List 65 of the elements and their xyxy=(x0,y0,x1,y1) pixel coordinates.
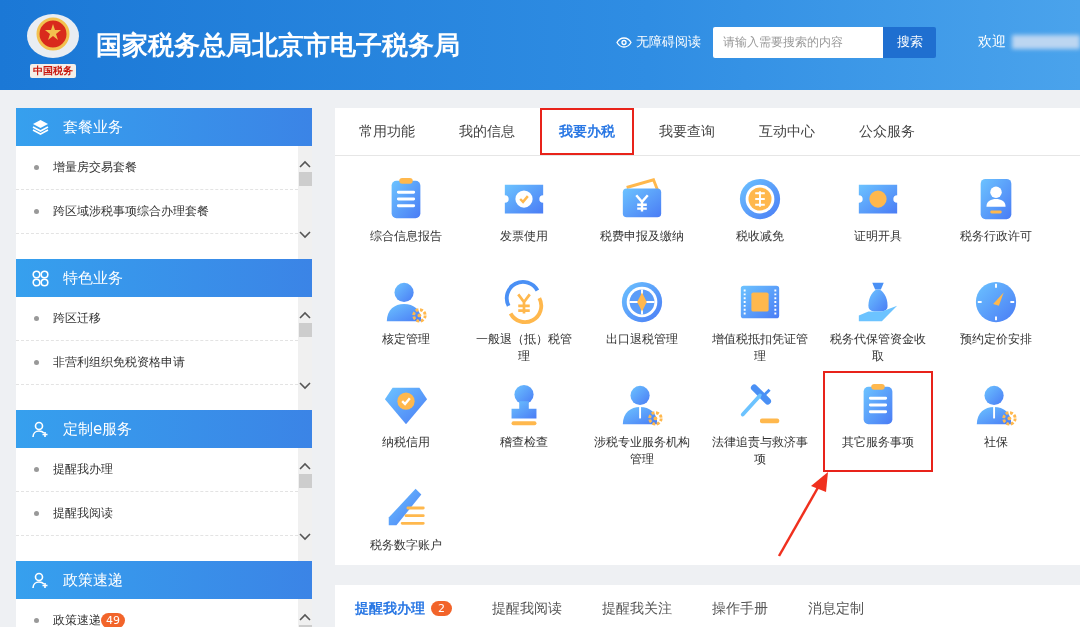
service-label[interactable]: 增值税抵扣凭证管理 xyxy=(708,331,812,365)
tab[interactable]: 消息定制 xyxy=(796,585,876,627)
service-label[interactable]: 税费申报及缴纳 xyxy=(590,228,694,245)
chevron-down-icon xyxy=(299,533,311,541)
service-label[interactable]: 税收减免 xyxy=(708,228,812,245)
tab[interactable]: 提醒我关注 xyxy=(590,585,684,627)
tab[interactable]: 公众服务 xyxy=(837,108,937,155)
scrollbar-thumb[interactable] xyxy=(298,323,312,337)
scrollbar[interactable] xyxy=(298,297,312,410)
service-label[interactable]: 其它服务事项 xyxy=(826,434,930,451)
chevron-up-icon xyxy=(299,311,311,319)
search-field[interactable]: 请输入需要搜索的内容 xyxy=(713,26,883,58)
service-label[interactable]: 一般退（抵）税管理 xyxy=(472,331,576,365)
tab[interactable]: 常用功能 xyxy=(337,108,437,155)
layers-icon xyxy=(32,119,49,135)
coin-icon[interactable] xyxy=(737,176,783,222)
globe-icon[interactable] xyxy=(619,279,665,325)
logo-caption: 中国税务 xyxy=(30,64,76,78)
chevron-up-icon xyxy=(299,613,311,621)
scrollbar-thumb[interactable] xyxy=(298,172,312,186)
tab[interactable]: 互动中心 xyxy=(737,108,837,155)
service-label[interactable]: 稽查检查 xyxy=(472,434,576,451)
sidebar-item[interactable]: 跨区域涉税事项综合办理套餐 xyxy=(53,203,209,220)
sidebar-item[interactable]: 增量房交易套餐 xyxy=(53,159,137,176)
sidebar-item[interactable]: 政策速递 xyxy=(53,612,101,627)
tab[interactable]: 提醒我阅读 xyxy=(480,585,574,627)
count-badge: 49 xyxy=(101,613,125,627)
person-add-icon xyxy=(32,420,49,438)
tab[interactable]: 我的信息 xyxy=(437,108,537,155)
tab[interactable]: 提醒我办理 2 xyxy=(343,585,464,627)
tab[interactable]: 我要查询 xyxy=(637,108,737,155)
sidebar-item[interactable]: 提醒我办理 xyxy=(53,461,113,478)
service-label[interactable]: 核定管理 xyxy=(354,331,458,348)
eye-icon xyxy=(616,36,632,48)
site-title: 国家税务总局北京市电子税务局 xyxy=(96,28,460,62)
sidebar-item[interactable]: 提醒我阅读 xyxy=(53,505,113,522)
scrollbar[interactable] xyxy=(298,146,312,259)
service-label[interactable]: 证明开具 xyxy=(826,228,930,245)
sidebar-item[interactable]: 跨区迁移 xyxy=(53,310,101,327)
chevron-up-icon xyxy=(299,160,311,168)
sidebar-item[interactable]: 非营利组织免税资格申请 xyxy=(53,354,185,371)
service-label[interactable]: 税务行政许可 xyxy=(944,228,1048,245)
compass-icon[interactable] xyxy=(973,279,1019,325)
welcome-text: 欢迎 xyxy=(978,33,1006,51)
search-button[interactable]: 搜索 xyxy=(883,26,936,58)
chevron-down-icon xyxy=(299,231,311,239)
chevron-up-icon xyxy=(299,462,311,470)
service-label[interactable]: 发票使用 xyxy=(472,228,576,245)
grid-icon xyxy=(32,269,49,287)
service-label[interactable]: 预约定价安排 xyxy=(944,331,1048,348)
tab[interactable]: 操作手册 xyxy=(700,585,780,627)
service-label[interactable]: 社保 xyxy=(944,434,1048,451)
service-label[interactable]: 法律追责与救济事项 xyxy=(708,434,812,468)
chevron-down-icon xyxy=(299,382,311,390)
service-label[interactable]: 纳税信用 xyxy=(354,434,458,451)
scrollbar-thumb[interactable] xyxy=(298,474,312,488)
tab[interactable]: 我要办税 xyxy=(540,108,634,155)
service-label[interactable]: 税务数字账户 xyxy=(354,537,458,554)
service-label[interactable]: 涉税专业服务机构管理 xyxy=(590,434,694,468)
blurred-username xyxy=(1012,35,1080,49)
service-label[interactable]: 出口退税管理 xyxy=(590,331,694,348)
service-label[interactable]: 综合信息报告 xyxy=(354,228,458,245)
scrollbar[interactable] xyxy=(298,448,312,561)
person-add-icon xyxy=(32,571,49,589)
service-label[interactable]: 税务代保管资金收取 xyxy=(826,331,930,365)
